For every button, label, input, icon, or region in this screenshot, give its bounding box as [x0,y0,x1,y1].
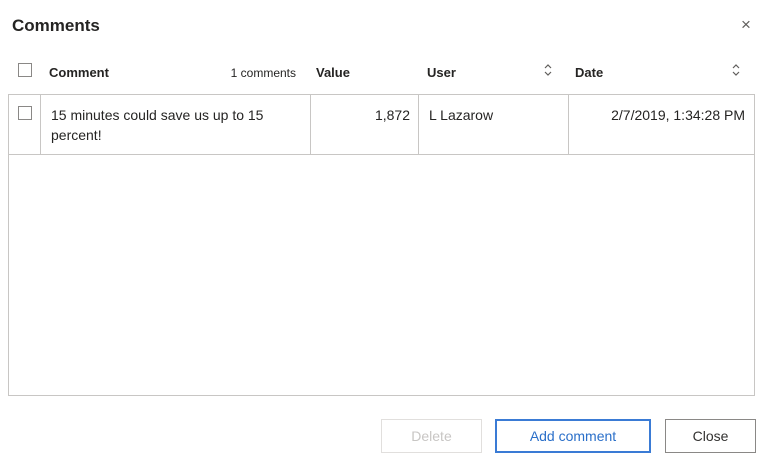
delete-button[interactable]: Delete [381,419,482,453]
sort-icon[interactable] [731,62,741,78]
dialog-title: Comments [12,16,100,35]
comment-cell: 15 minutes could save us up to 15 percen… [41,95,311,154]
sort-icon[interactable] [543,62,553,78]
table-row[interactable]: 15 minutes could save us up to 15 percen… [9,95,754,155]
row-checkbox[interactable] [18,106,32,120]
comments-grid: 15 minutes could save us up to 15 percen… [8,94,755,396]
add-comment-button[interactable]: Add comment [495,419,651,453]
column-header-user: User [427,65,456,80]
user-cell: L Lazarow [419,95,569,154]
close-icon[interactable]: × [736,14,756,36]
column-header-value: Value [316,65,350,80]
comments-dialog: Comments × Comment 1 comments Value User… [0,0,768,468]
column-header-comment: Comment [49,65,109,80]
column-header-date: Date [575,65,604,80]
date-cell: 2/7/2019, 1:34:28 PM [611,107,745,123]
close-button[interactable]: Close [665,419,756,453]
comment-count: 1 comments [230,66,296,80]
value-cell: 1,872 [311,95,419,154]
row-checkbox-cell [9,95,41,154]
select-all-checkbox[interactable] [18,63,32,77]
